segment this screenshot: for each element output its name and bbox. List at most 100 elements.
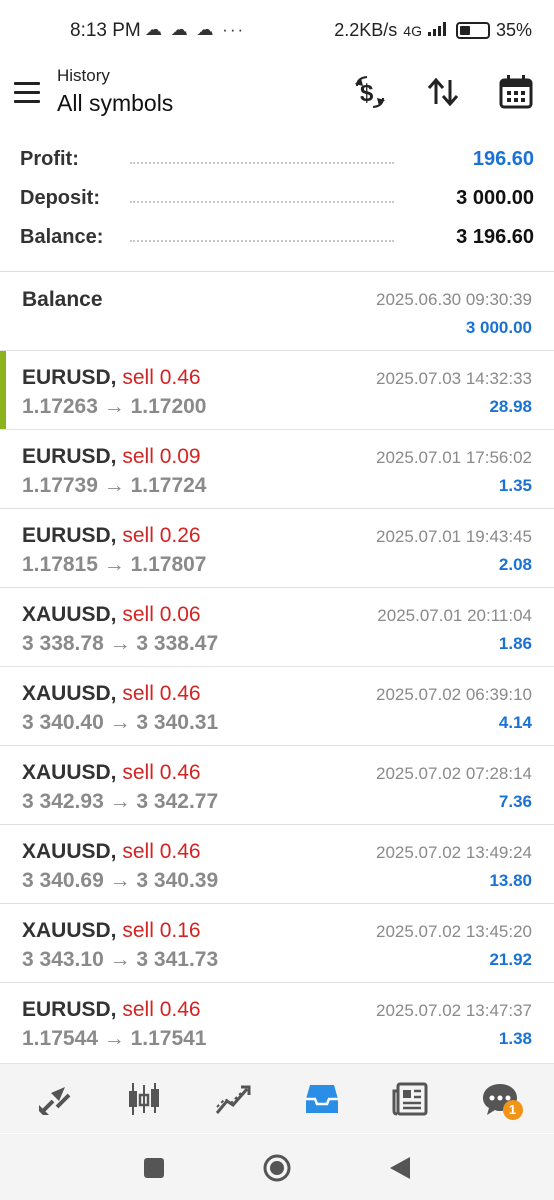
deal-title: XAUUSD, sell 0.46	[22, 840, 201, 864]
deposit-label: Deposit:	[20, 187, 100, 209]
deal-datetime: 2025.07.01 19:43:45	[376, 527, 532, 546]
balance-entry-amount: 3 000.00	[465, 318, 532, 337]
menu-icon[interactable]	[14, 82, 42, 104]
deal-side: sell 0.16	[122, 919, 201, 942]
deal-side: sell 0.09	[122, 445, 201, 468]
notification-icons: ☁ ☁ ☁ ···	[145, 20, 246, 39]
app-header: History All symbols $	[0, 62, 554, 132]
profit-row: Profit: 196.60	[0, 140, 554, 179]
battery-icon	[455, 22, 490, 39]
deal-title: EURUSD, sell 0.26	[22, 524, 201, 548]
deal-profit: 7.36	[498, 792, 532, 811]
battery-level: 35%	[495, 20, 532, 40]
back-button[interactable]	[388, 1155, 412, 1186]
deal-prices: 3 342.93 → 3 342.77	[22, 790, 219, 813]
balance-value: 3 196.60	[456, 226, 534, 248]
balance-entry-datetime: 2025.06.30 09:30:39	[376, 290, 532, 309]
deal-profit: 2.08	[498, 555, 532, 574]
deal-datetime: 2025.07.02 13:45:20	[376, 922, 532, 941]
balance-label: Balance:	[20, 226, 104, 248]
header-title[interactable]: All symbols	[57, 90, 173, 117]
deal-title: EURUSD, sell 0.09	[22, 445, 201, 469]
deal-prices: 3 340.69 → 3 340.39	[22, 869, 219, 892]
chat-badge: 1	[502, 1099, 523, 1120]
deal-row[interactable]: XAUUSD, sell 0.46 3 342.93 → 3 342.77 20…	[0, 746, 554, 825]
balance-entry-title: Balance	[22, 288, 103, 311]
trade-icon[interactable]	[208, 1074, 258, 1124]
calendar-icon[interactable]	[496, 72, 536, 112]
deal-row[interactable]: EURUSD, sell 0.09 1.17739 → 1.17724 2025…	[0, 430, 554, 509]
deal-symbol: EURUSD,	[22, 445, 117, 468]
deal-datetime: 2025.07.03 14:32:33	[376, 369, 532, 388]
deal-prices: 1.17263 → 1.17200	[22, 395, 207, 418]
deal-row[interactable]: XAUUSD, sell 0.06 3 338.78 → 3 338.47 20…	[0, 588, 554, 667]
selected-indicator	[0, 351, 6, 429]
bottom-nav: 1	[0, 1063, 554, 1133]
deal-prices: 1.17815 → 1.17807	[22, 553, 207, 576]
dotted-leader	[130, 240, 394, 242]
profit-value: 196.60	[472, 148, 534, 170]
status-time: 8:13 PM	[70, 20, 141, 41]
balance-entry[interactable]: Balance 2025.06.30 09:30:39 3 000.00	[0, 272, 554, 351]
profit-label: Profit:	[20, 148, 79, 170]
status-bar: 8:13 PM ☁ ☁ ☁ ··· 2.2KB/s 4G 35%	[0, 0, 554, 62]
balance-row: Balance: 3 196.60	[0, 218, 554, 257]
recents-button[interactable]	[143, 1157, 165, 1184]
deal-side: sell 0.46	[122, 840, 201, 863]
deal-profit: 1.35	[498, 476, 532, 495]
deal-title: XAUUSD, sell 0.16	[22, 919, 201, 943]
currency-exchange-icon[interactable]: $	[350, 72, 390, 112]
home-button[interactable]	[262, 1153, 292, 1188]
deal-symbol: XAUUSD,	[22, 840, 117, 863]
sort-icon[interactable]	[423, 72, 463, 112]
deal-datetime: 2025.07.01 20:11:04	[377, 606, 532, 625]
quotes-icon[interactable]	[30, 1074, 80, 1124]
deal-title: EURUSD, sell 0.46	[22, 366, 201, 390]
deal-symbol: XAUUSD,	[22, 761, 117, 784]
deal-symbol: EURUSD,	[22, 524, 117, 547]
deal-side: sell 0.46	[122, 998, 201, 1021]
deal-side: sell 0.46	[122, 761, 201, 784]
deal-title: XAUUSD, sell 0.06	[22, 603, 201, 627]
deal-symbol: EURUSD,	[22, 998, 117, 1021]
deal-row[interactable]: XAUUSD, sell 0.16 3 343.10 → 3 341.73 20…	[0, 904, 554, 983]
deposit-value: 3 000.00	[456, 187, 534, 209]
deal-profit: 21.92	[489, 950, 532, 969]
signal-icon	[427, 20, 450, 41]
network-speed: 2.2KB/s	[334, 20, 398, 40]
deal-datetime: 2025.07.02 06:39:10	[376, 685, 532, 704]
deal-row[interactable]: EURUSD, sell 0.46 1.17544 → 1.17541 2025…	[0, 983, 554, 1062]
dotted-leader	[130, 201, 394, 203]
news-icon[interactable]	[386, 1074, 436, 1124]
deal-prices: 3 338.78 → 3 338.47	[22, 632, 219, 655]
history-icon[interactable]	[297, 1074, 347, 1124]
deal-row[interactable]: EURUSD, sell 0.46 1.17263 → 1.17200 2025…	[0, 351, 554, 430]
deal-profit: 28.98	[489, 397, 532, 416]
deal-row[interactable]: EURUSD, sell 0.26 1.17815 → 1.17807 2025…	[0, 509, 554, 588]
deal-prices: 1.17544 → 1.17541	[22, 1027, 207, 1050]
deal-prices: 3 343.10 → 3 341.73	[22, 948, 219, 971]
deal-side: sell 0.46	[122, 366, 201, 389]
dotted-leader	[130, 162, 394, 164]
deal-profit: 1.38	[498, 1029, 532, 1048]
deal-title: EURUSD, sell 0.46	[22, 998, 201, 1022]
system-nav	[0, 1134, 554, 1200]
deal-title: XAUUSD, sell 0.46	[22, 761, 201, 785]
chart-icon[interactable]	[119, 1074, 169, 1124]
account-summary: Profit: 196.60 Deposit: 3 000.00 Balance…	[0, 140, 554, 257]
deal-prices: 1.17739 → 1.17724	[22, 474, 207, 497]
deal-profit: 4.14	[498, 713, 532, 732]
deal-symbol: EURUSD,	[22, 366, 117, 389]
chat-icon[interactable]: 1	[475, 1074, 525, 1124]
deposit-row: Deposit: 3 000.00	[0, 179, 554, 218]
deal-symbol: XAUUSD,	[22, 919, 117, 942]
header-subtitle: History	[57, 66, 110, 85]
status-right: 2.2KB/s 4G 35%	[334, 20, 532, 41]
deal-row[interactable]: XAUUSD, sell 0.46 3 340.40 → 3 340.31 20…	[0, 667, 554, 746]
deal-title: XAUUSD, sell 0.46	[22, 682, 201, 706]
deal-row[interactable]: XAUUSD, sell 0.46 3 340.69 → 3 340.39 20…	[0, 825, 554, 904]
deal-side: sell 0.46	[122, 682, 201, 705]
deal-profit: 1.86	[498, 634, 532, 653]
deal-datetime: 2025.07.01 17:56:02	[376, 448, 532, 467]
deal-datetime: 2025.07.02 13:49:24	[376, 843, 532, 862]
